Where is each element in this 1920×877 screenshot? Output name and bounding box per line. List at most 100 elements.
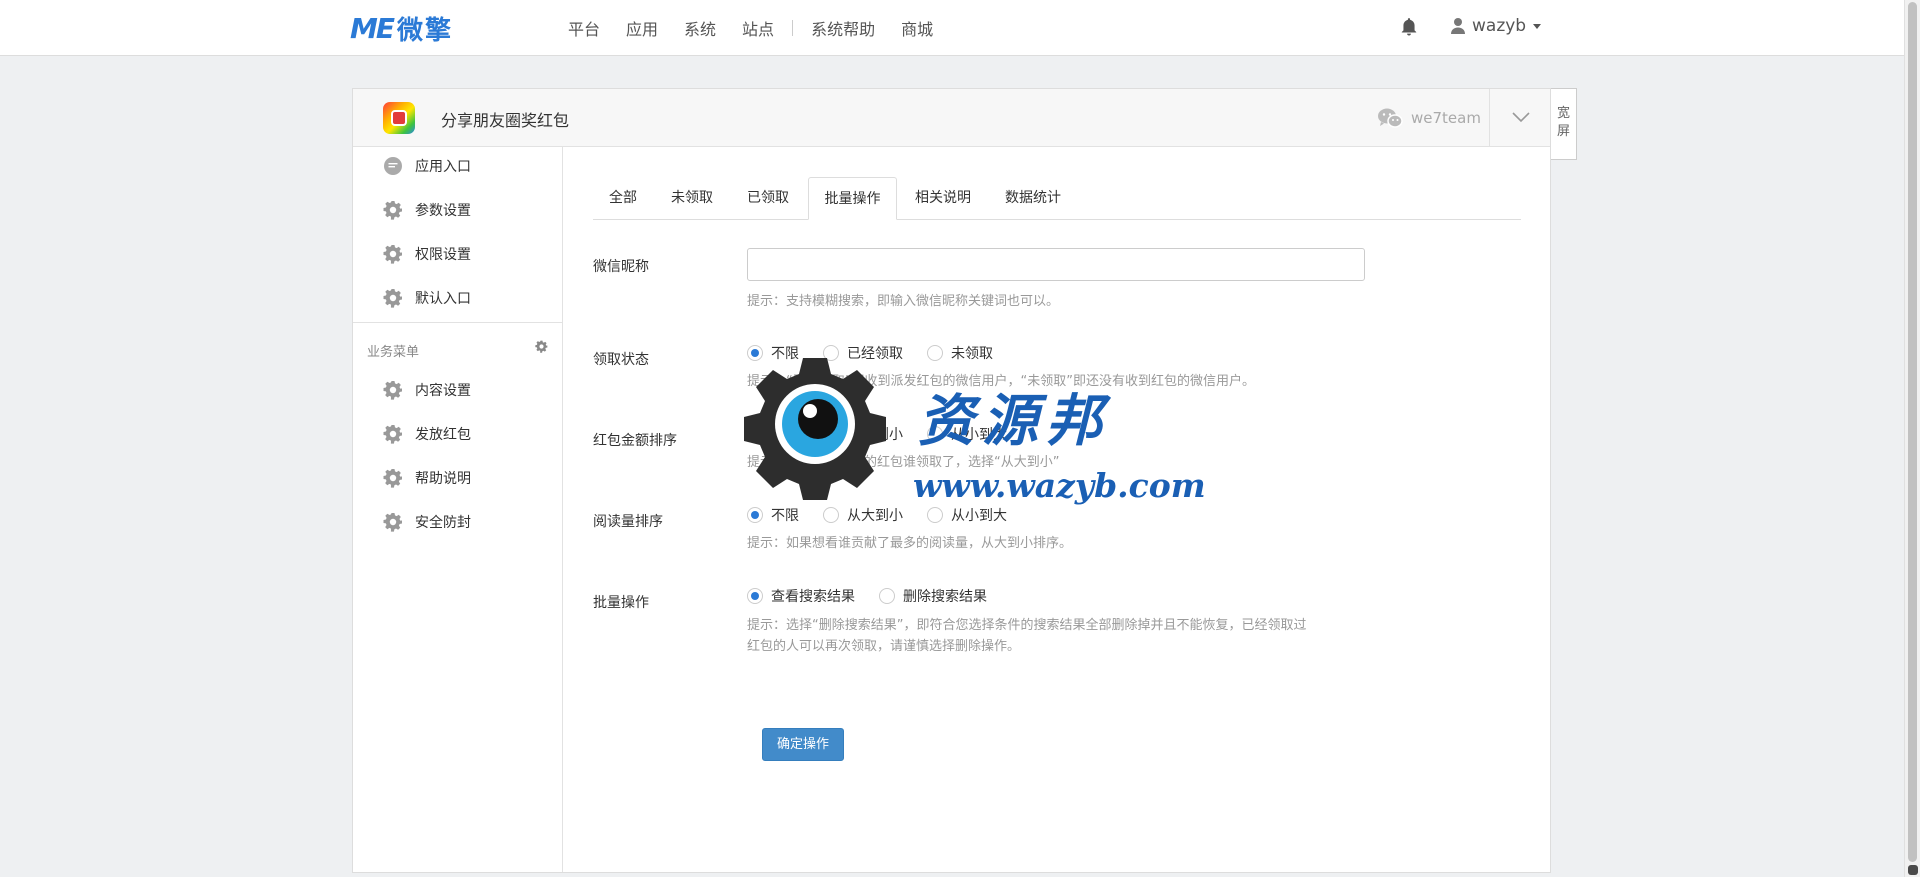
app-icon — [383, 102, 415, 134]
app-panel: 分享朋友圈奖红包 we7team 应用入口 参数设置 权限设置 默认入口 业务菜… — [352, 88, 1551, 873]
radio-label: 未领取 — [951, 346, 993, 362]
user-menu[interactable]: wazyb — [1450, 16, 1542, 36]
radio-unchecked — [927, 426, 943, 442]
scrollbar-corner — [1908, 865, 1918, 875]
nav-link-platform[interactable]: 平台 — [568, 16, 600, 40]
read-sort-radio-group: 不限 从大到小 从小到大 — [747, 505, 1031, 525]
read-sort-hint: 提示：如果想看谁贡献了最多的阅读量，从大到小排序。 — [747, 536, 1073, 551]
batch-hint-line2: 红包的人可以再次领取，请谨慎选择删除操作。 — [747, 639, 1021, 654]
bell-icon[interactable] — [1400, 17, 1418, 37]
radio-label: 查看搜索结果 — [771, 589, 855, 605]
batch-label: 批量操作 — [593, 595, 649, 611]
radio-checked — [747, 345, 763, 361]
sidebar-item-label: 安全防封 — [415, 515, 471, 531]
nav-links: 平台 应用 系统 站点 系统帮助 商城 — [568, 0, 959, 56]
nickname-label: 微信昵称 — [593, 259, 649, 275]
radio-unchecked — [927, 507, 943, 523]
radio-label: 从小到大 — [951, 508, 1007, 524]
radio-unchecked — [879, 588, 895, 604]
sidebar-item-params[interactable]: 参数设置 — [383, 198, 471, 222]
tab-batch[interactable]: 批量操作 — [808, 177, 897, 220]
panel-collapse-button[interactable] — [1489, 89, 1550, 146]
top-navbar: ME 微擎 平台 应用 系统 站点 系统帮助 商城 wazyb — [0, 0, 1904, 56]
chevron-down-icon — [1512, 112, 1530, 123]
gear-icon — [383, 245, 402, 264]
sidebar-group-title: 业务菜单 — [367, 345, 420, 360]
confirm-button[interactable]: 确定操作 — [762, 728, 844, 761]
nickname-input[interactable] — [747, 248, 1365, 281]
gear-icon — [383, 425, 402, 444]
sidebar-item-label: 发放红包 — [415, 427, 471, 443]
sidebar-item-label: 参数设置 — [415, 203, 471, 219]
read-option-desc[interactable]: 从大到小 — [823, 505, 903, 525]
status-option-claimed[interactable]: 已经领取 — [823, 343, 903, 363]
nav-divider — [792, 20, 794, 36]
batch-option-delete[interactable]: 删除搜索结果 — [879, 586, 987, 606]
gear-icon — [383, 513, 402, 532]
wide-screen-button[interactable]: 宽屏 — [1551, 88, 1577, 160]
batch-radio-group: 查看搜索结果 删除搜索结果 — [747, 586, 1011, 606]
wechat-icon — [1378, 108, 1403, 128]
radio-checked — [747, 426, 763, 442]
nav-link-sites[interactable]: 站点 — [742, 16, 774, 40]
radio-label: 从小到大 — [951, 427, 1007, 443]
sidebar-item-app-entry[interactable]: 应用入口 — [383, 154, 471, 178]
radio-label: 从大到小 — [847, 427, 903, 443]
tab-claimed[interactable]: 已领取 — [731, 177, 805, 219]
tab-all[interactable]: 全部 — [593, 177, 653, 219]
status-option-unclaimed[interactable]: 未领取 — [927, 343, 993, 363]
chevron-down-icon — [1533, 23, 1542, 29]
radio-label: 不限 — [771, 508, 799, 524]
logo-mark: ME — [350, 11, 395, 45]
page-scrollbar[interactable] — [1904, 0, 1920, 877]
amount-option-desc[interactable]: 从大到小 — [823, 424, 903, 444]
logo-text: 微擎 — [397, 15, 454, 46]
amount-option-asc[interactable]: 从小到大 — [927, 424, 1007, 444]
tab-unclaimed[interactable]: 未领取 — [655, 177, 729, 219]
read-option-any[interactable]: 不限 — [747, 505, 799, 525]
radio-label: 从大到小 — [847, 508, 903, 524]
amount-sort-radio-group: 不限 从大到小 从小到大 — [747, 424, 1031, 444]
sidebar-item-permissions[interactable]: 权限设置 — [383, 242, 471, 266]
amount-option-any[interactable]: 不限 — [747, 424, 799, 444]
radio-checked — [747, 588, 763, 604]
sidebar-item-help[interactable]: 帮助说明 — [383, 466, 471, 490]
status-hint: 提示：“已经领取”即收到派发红包的微信用户，“未领取”即还没有收到红包的微信用户… — [747, 374, 1255, 389]
nickname-hint: 提示：支持模糊搜索，即输入微信昵称关键词也可以。 — [747, 294, 1060, 309]
sidebar-item-content[interactable]: 内容设置 — [383, 378, 471, 402]
panel-header: 分享朋友圈奖红包 we7team — [353, 89, 1550, 147]
tab-notes[interactable]: 相关说明 — [899, 177, 987, 219]
app-title: 分享朋友圈奖红包 — [441, 111, 570, 130]
nav-link-system[interactable]: 系统 — [684, 16, 716, 40]
radio-label: 删除搜索结果 — [903, 589, 987, 605]
gear-icon — [383, 201, 402, 220]
sidebar: 应用入口 参数设置 权限设置 默认入口 业务菜单 内容设置 发放红包 帮助说明 … — [353, 146, 563, 872]
radio-unchecked — [823, 507, 839, 523]
radio-unchecked — [927, 345, 943, 361]
sidebar-item-send-redpacket[interactable]: 发放红包 — [383, 422, 471, 446]
status-option-any[interactable]: 不限 — [747, 343, 799, 363]
radio-label: 已经领取 — [847, 346, 903, 362]
read-option-asc[interactable]: 从小到大 — [927, 505, 1007, 525]
nav-link-store[interactable]: 商城 — [901, 16, 933, 40]
gear-icon[interactable] — [535, 340, 548, 353]
logo[interactable]: ME 微擎 — [350, 11, 453, 46]
sidebar-item-label: 帮助说明 — [415, 471, 471, 487]
radio-label: 不限 — [771, 346, 799, 362]
sidebar-divider — [353, 322, 562, 323]
amount-sort-hint: 提示：如果想看最多的红包谁领取了，选择“从大到小” — [747, 455, 1060, 470]
radio-unchecked — [823, 426, 839, 442]
sidebar-item-default-entry[interactable]: 默认入口 — [383, 286, 471, 310]
nav-link-help[interactable]: 系统帮助 — [811, 16, 875, 40]
radio-label: 不限 — [771, 427, 799, 443]
sidebar-item-security[interactable]: 安全防封 — [383, 510, 471, 534]
read-sort-label: 阅读量排序 — [593, 514, 663, 530]
nav-link-apps[interactable]: 应用 — [626, 16, 658, 40]
gear-icon — [383, 381, 402, 400]
batch-option-view[interactable]: 查看搜索结果 — [747, 586, 855, 606]
scrollbar-thumb[interactable] — [1908, 2, 1917, 862]
tab-stats[interactable]: 数据统计 — [989, 177, 1077, 219]
wechat-account: we7team — [1377, 107, 1481, 129]
status-radio-group: 不限 已经领取 未领取 — [747, 343, 1017, 363]
red-packet-icon — [391, 110, 407, 126]
